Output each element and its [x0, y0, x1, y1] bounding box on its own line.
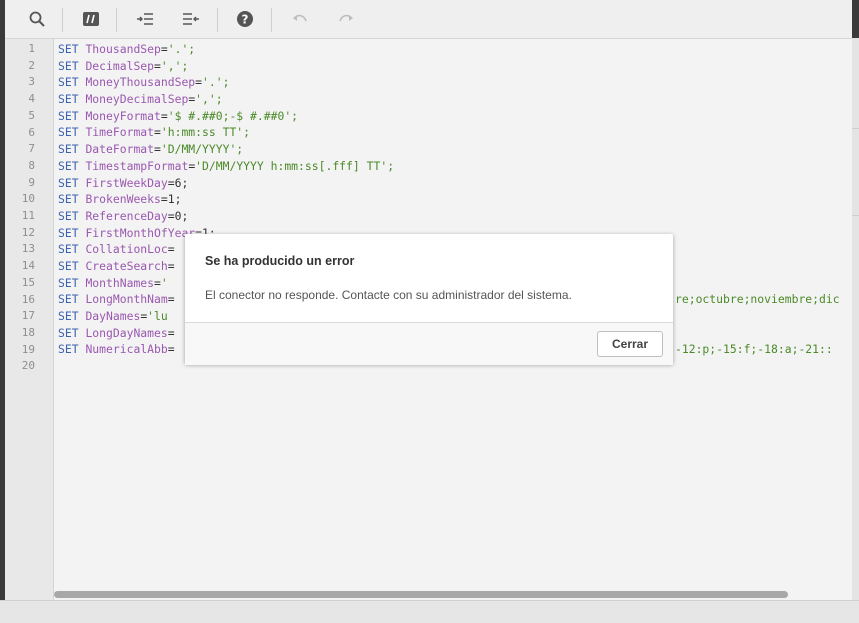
dialog-title: Se ha producido un error: [205, 254, 355, 268]
close-button[interactable]: Cerrar: [597, 331, 663, 357]
dialog-footer: Cerrar: [185, 322, 673, 365]
dialog-message: El conector no responde. Contacte con su…: [205, 288, 572, 302]
error-dialog: Se ha producido un error El conector no …: [185, 234, 673, 365]
